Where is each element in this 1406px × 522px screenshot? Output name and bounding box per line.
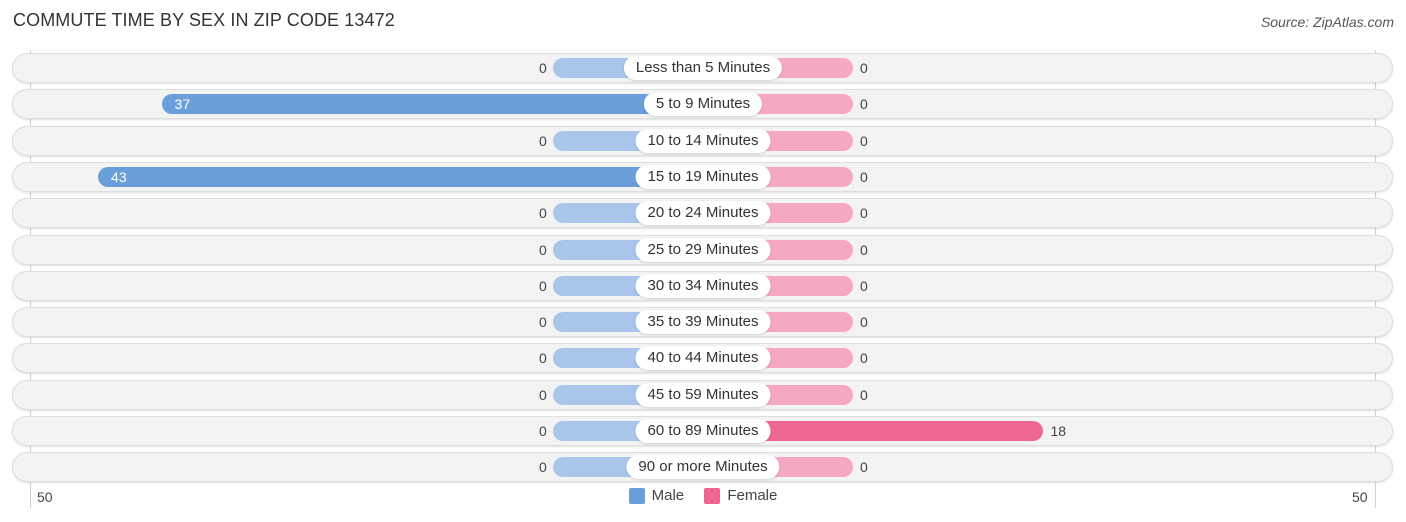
- female-value-label: 0: [860, 242, 868, 258]
- female-value-label: 0: [860, 459, 868, 475]
- legend-item-female[interactable]: Female: [704, 487, 777, 504]
- legend-label-female: Female: [727, 487, 778, 504]
- male-value-label: 0: [539, 205, 547, 221]
- category-label: 60 to 89 Minutes: [635, 419, 771, 443]
- male-value-label: 0: [539, 278, 547, 294]
- male-value-label: 0: [539, 387, 547, 403]
- female-value-label: 0: [860, 96, 868, 112]
- category-label: 10 to 14 Minutes: [635, 129, 771, 153]
- female-value-label: 0: [860, 205, 868, 221]
- female-value-label: 0: [860, 314, 868, 330]
- female-value-label: 0: [860, 387, 868, 403]
- category-label: 5 to 9 Minutes: [643, 92, 763, 116]
- female-value-label: 0: [860, 133, 868, 149]
- source-label: Source: ZipAtlas.com: [1260, 14, 1394, 30]
- female-value-label: 0: [860, 169, 868, 185]
- male-value-label: 0: [539, 350, 547, 366]
- legend-swatch-male: [628, 487, 645, 504]
- male-value-label: 0: [539, 242, 547, 258]
- legend-item-male[interactable]: Male: [628, 487, 685, 504]
- female-value-label: 0: [860, 350, 868, 366]
- category-label: 35 to 39 Minutes: [635, 310, 771, 334]
- category-label: 15 to 19 Minutes: [635, 165, 771, 189]
- legend-label-male: Male: [651, 487, 685, 504]
- male-value-label: 0: [539, 133, 547, 149]
- male-value-label: 0: [539, 60, 547, 76]
- category-label: 90 or more Minutes: [626, 455, 780, 479]
- female-value-label: 18: [1050, 423, 1067, 439]
- male-value-label: 0: [539, 459, 547, 475]
- male-value-label: 0: [539, 423, 547, 439]
- female-value-label: 0: [860, 278, 868, 294]
- male-value-label: 37: [174, 96, 191, 112]
- category-label: 45 to 59 Minutes: [635, 383, 771, 407]
- category-label: 40 to 44 Minutes: [635, 346, 771, 370]
- chart-title: COMMUTE TIME BY SEX IN ZIP CODE 13472: [13, 10, 395, 30]
- category-label: Less than 5 Minutes: [623, 56, 783, 80]
- category-label: 20 to 24 Minutes: [635, 201, 771, 225]
- female-value-label: 0: [860, 60, 868, 76]
- legend: Male Female: [0, 487, 1406, 508]
- category-label: 25 to 29 Minutes: [635, 238, 771, 262]
- male-value-label: 43: [111, 169, 127, 185]
- category-label: 30 to 34 Minutes: [635, 274, 771, 298]
- male-bar[interactable]: [161, 94, 703, 114]
- male-value-label: 0: [539, 314, 547, 330]
- legend-swatch-female: [704, 487, 721, 504]
- male-bar[interactable]: [98, 167, 703, 187]
